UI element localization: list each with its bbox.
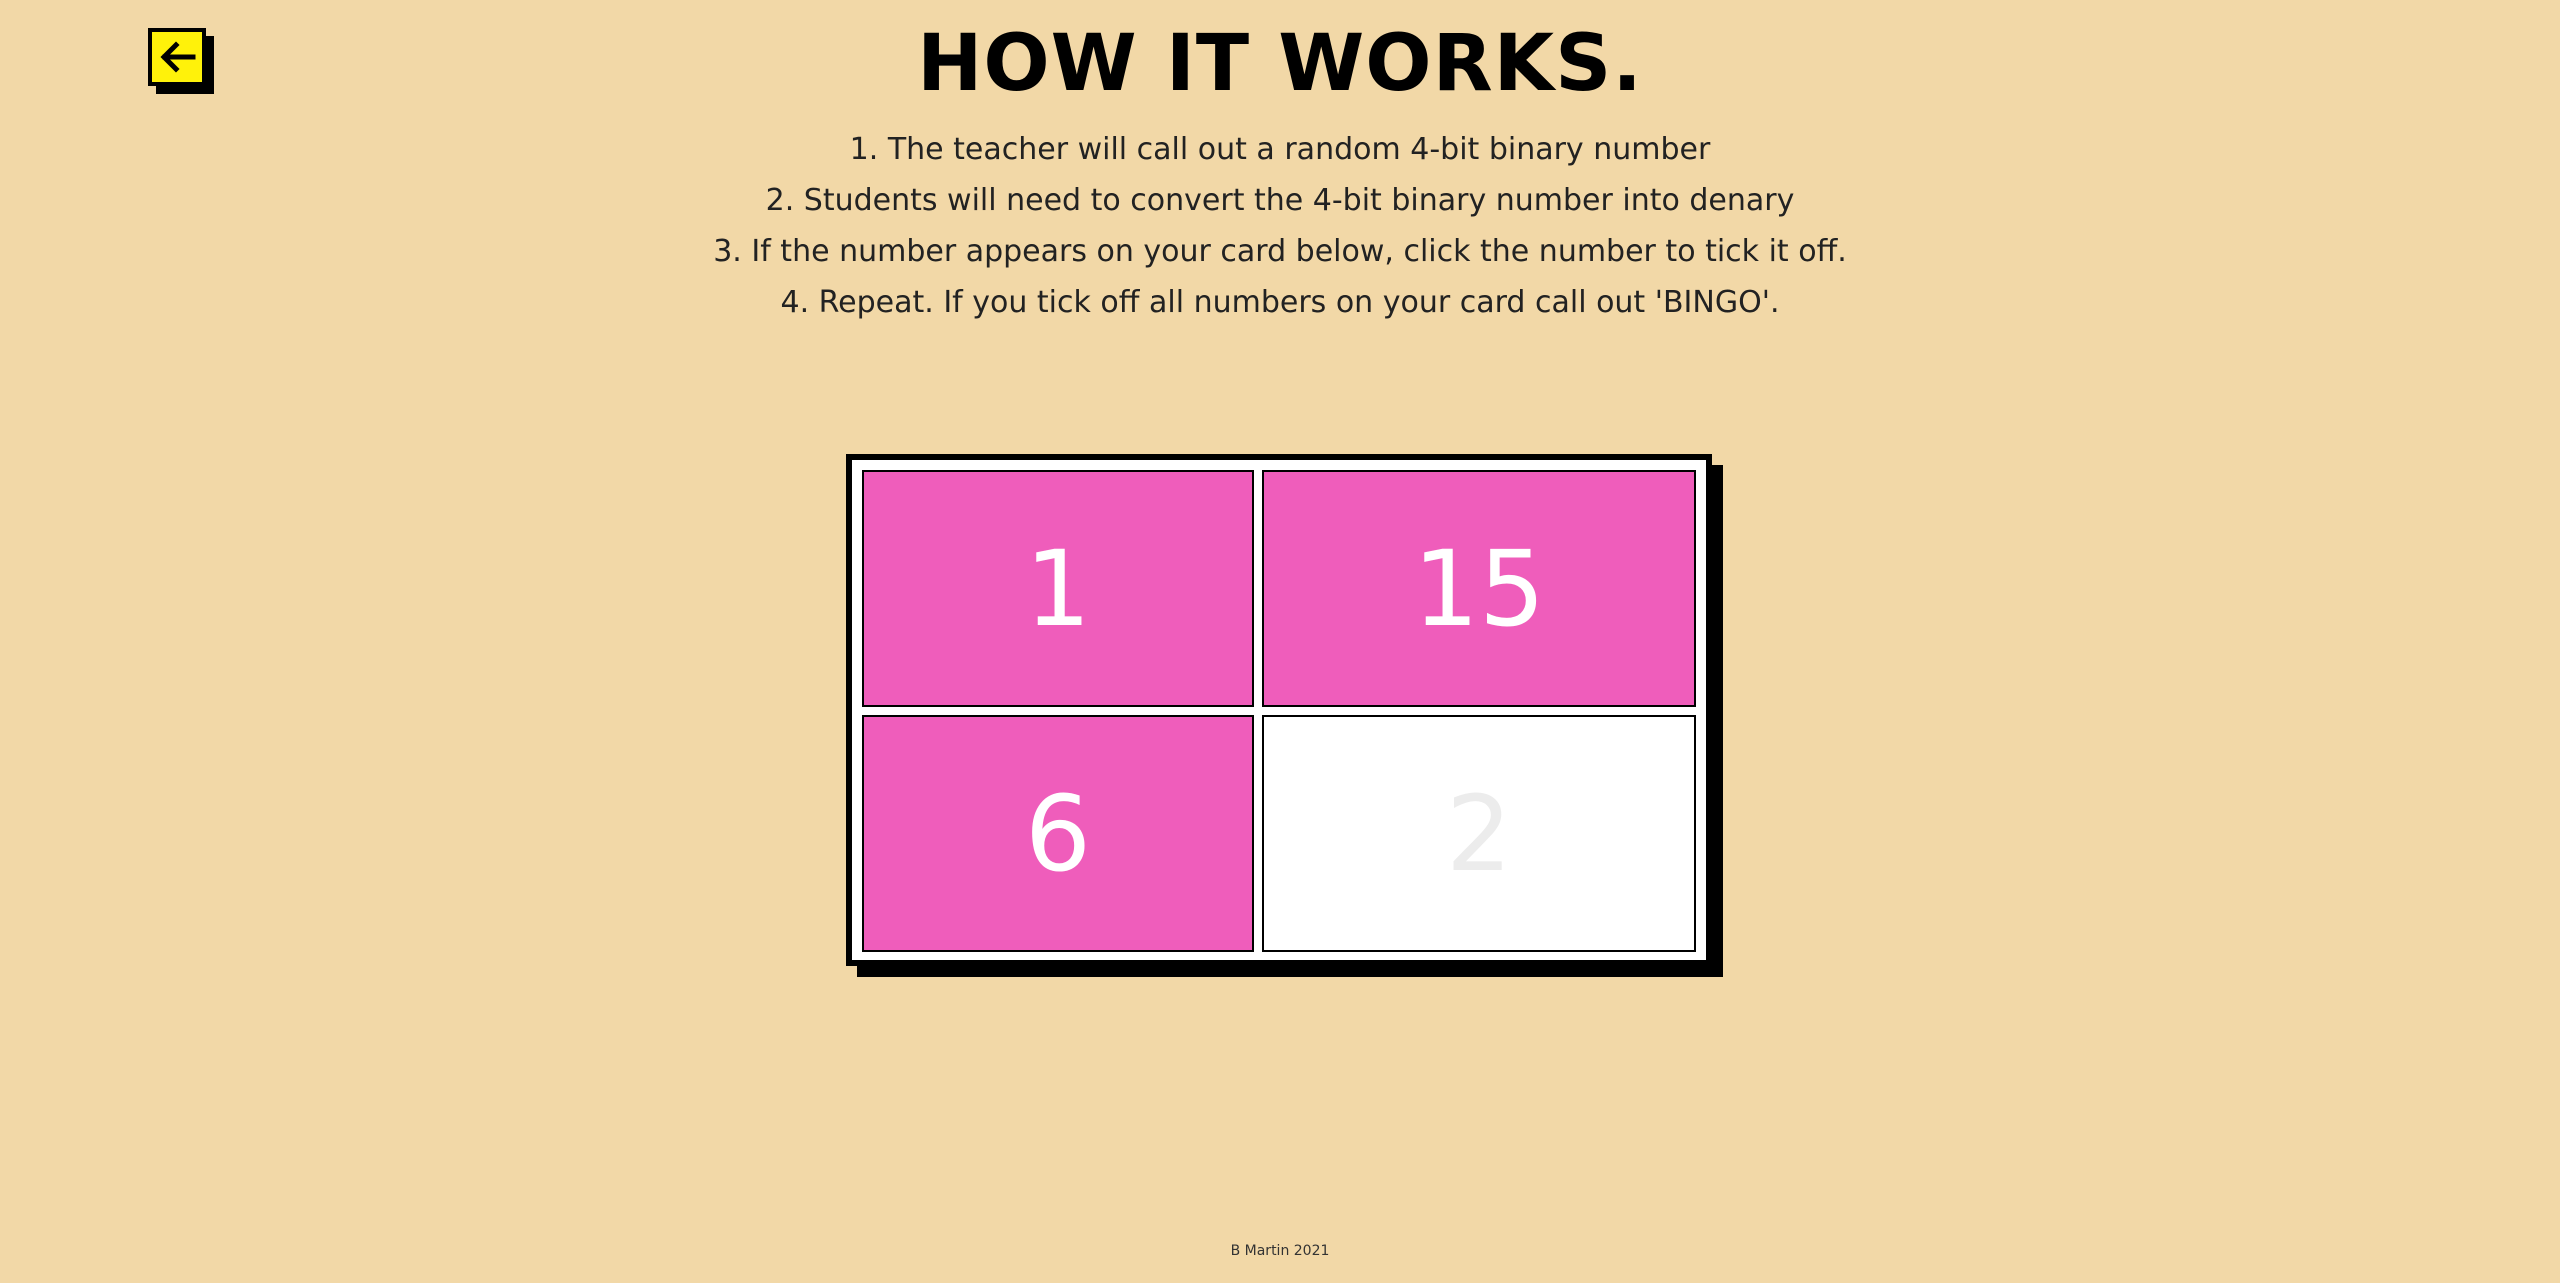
page-title: HOW IT WORKS. [917, 19, 1643, 109]
instruction-step: 4. Repeat. If you tick off all numbers o… [780, 285, 1780, 320]
footer-credit: B Martin 2021 [1230, 1243, 1330, 1259]
instruction-step: 2. Students will need to convert the 4-b… [765, 183, 1795, 218]
bingo-card: 1 15 6 2 [846, 454, 1712, 966]
page: HOW IT WORKS. 1. The teacher will call o… [0, 0, 2560, 1283]
instruction-step: 1. The teacher will call out a random 4-… [849, 132, 1711, 167]
bingo-cell-1[interactable]: 1 [862, 470, 1254, 707]
instruction-step: 3. If the number appears on your card be… [713, 234, 1847, 269]
bingo-cell-6[interactable]: 6 [862, 715, 1254, 952]
bingo-cell-2[interactable]: 2 [1262, 715, 1696, 952]
instructions-list: 1. The teacher will call out a random 4-… [0, 124, 2560, 328]
bingo-cell-15[interactable]: 15 [1262, 470, 1696, 707]
